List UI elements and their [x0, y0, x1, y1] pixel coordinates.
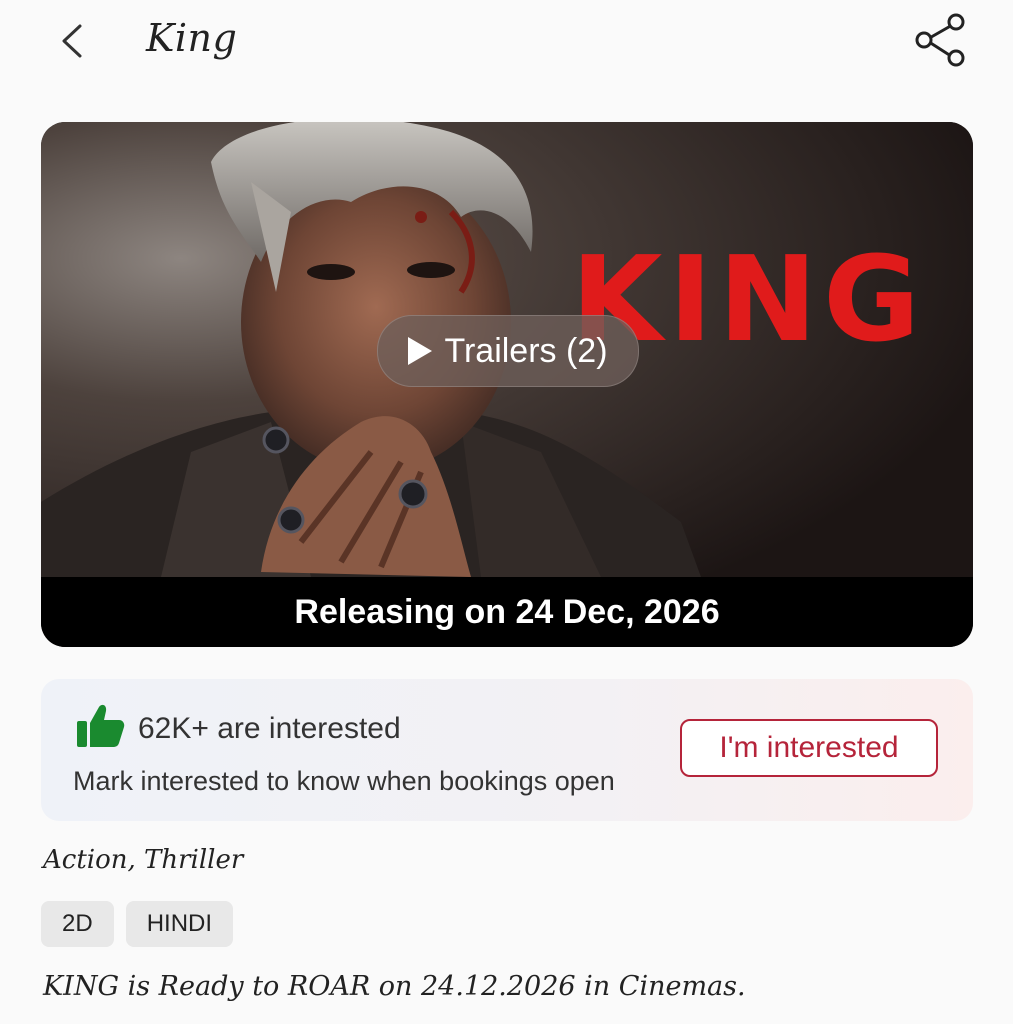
play-icon [408, 337, 433, 365]
movie-tagline: KING is Ready to ROAR on 24.12.2026 in C… [43, 971, 746, 1002]
share-icon [915, 13, 965, 67]
interest-card: 62K+ are interested Mark interested to k… [41, 679, 973, 821]
trailers-button[interactable]: Trailers (2) [377, 315, 639, 387]
genres-text: Action, Thriller [43, 845, 244, 875]
chevron-left-icon [62, 24, 82, 58]
release-date-bar: Releasing on 24 Dec, 2026 [41, 577, 973, 647]
thumbs-up-icon [75, 703, 125, 749]
format-chip-2d: 2D [41, 901, 114, 947]
page-title: King [146, 16, 238, 60]
movie-banner[interactable]: KING Trailers (2) Releasing on 24 Dec, 2… [41, 122, 973, 647]
interest-subtitle: Mark interested to know when bookings op… [73, 766, 615, 796]
interest-count: 62K+ are interested [138, 712, 401, 745]
format-chip-language: HINDI [125, 901, 234, 947]
share-button[interactable] [910, 12, 970, 68]
format-chips: 2D HINDI [41, 901, 234, 947]
im-interested-button[interactable]: I'm interested [680, 719, 938, 777]
trailers-label: Trailers (2) [444, 331, 608, 370]
back-button[interactable] [52, 16, 96, 66]
app-header: King [0, 0, 1013, 90]
